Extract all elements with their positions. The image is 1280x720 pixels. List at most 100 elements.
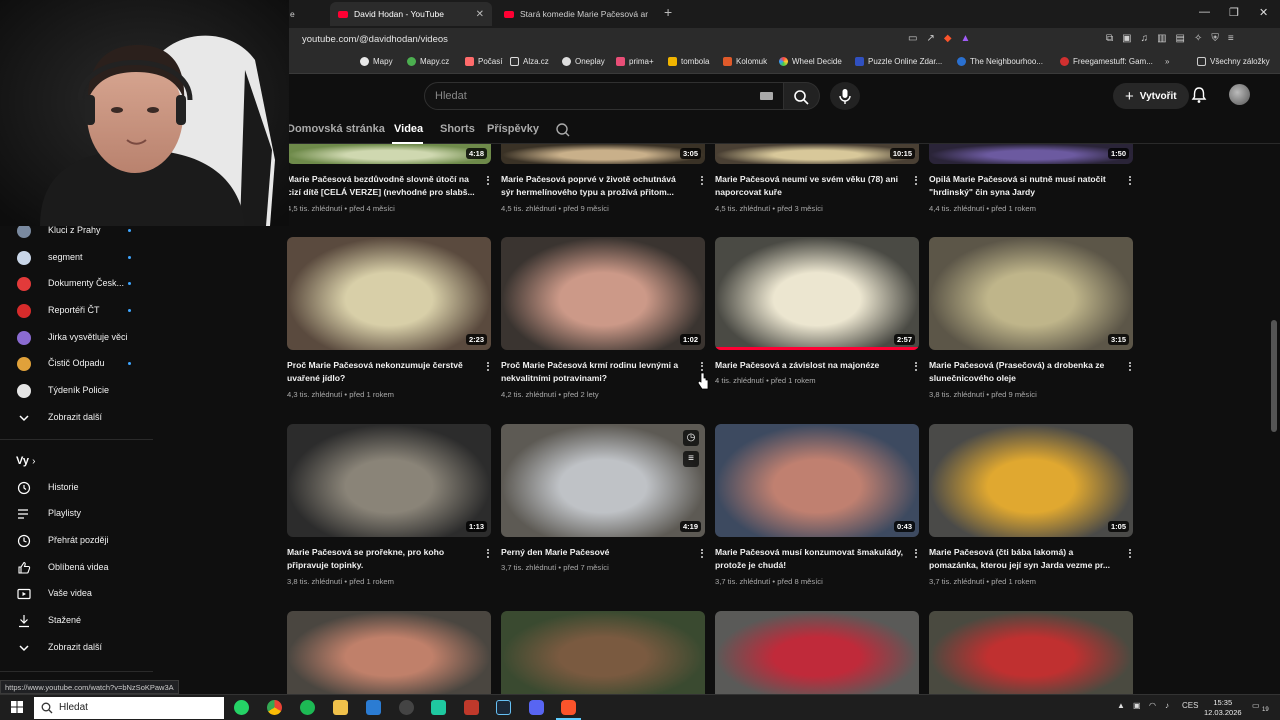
video-thumbnail[interactable] — [929, 611, 1133, 694]
video-menu-icon[interactable] — [913, 547, 919, 561]
discord-icon[interactable] — [529, 700, 544, 715]
network-icon[interactable]: ▣ — [1133, 701, 1141, 710]
bookmark-item[interactable]: Mapy — [360, 57, 393, 66]
page-scrollbar[interactable] — [1270, 144, 1278, 680]
vpn-icon[interactable]: ⛨ — [1211, 33, 1219, 44]
bookmark-item[interactable]: Kolomuk — [723, 57, 767, 66]
taskbar-search[interactable]: Hledat — [34, 697, 224, 719]
file-explorer-icon[interactable] — [333, 700, 348, 715]
sidebar-you-heading[interactable]: Vy › — [16, 455, 35, 467]
bookmark-item[interactable]: Puzzle Online Zdar... — [855, 57, 942, 66]
close-window-icon[interactable]: ✕ — [1259, 6, 1268, 19]
brave-browser-icon[interactable] — [561, 700, 576, 715]
video-title[interactable]: Marie Pačesová (Prasečová) a drobenka ze… — [929, 359, 1119, 385]
extensions-icon[interactable]: ⧉ — [1106, 33, 1113, 44]
brave-shield-icon[interactable]: ◆ — [944, 33, 952, 44]
video-title[interactable]: Marie Pačesová (čti bába lakomá) a pomaz… — [929, 546, 1119, 572]
video-thumbnail[interactable]: 1:13 — [287, 424, 491, 537]
video-title[interactable]: Marie Pačesová musí konzumovat šmakulády… — [715, 546, 905, 572]
restore-icon[interactable]: ❐ — [1229, 6, 1239, 19]
video-title[interactable]: Marie Pačesová poprvé v životě ochutnává… — [501, 173, 691, 199]
voice-search-button[interactable] — [830, 82, 860, 110]
video-thumbnail[interactable]: 0:43 — [715, 424, 919, 537]
search-button[interactable] — [784, 82, 820, 110]
video-thumbnail[interactable]: 4:19 ◷ ≡ — [501, 424, 705, 537]
video-menu-icon[interactable] — [1127, 360, 1133, 374]
sidebar-sub-reporteri-ct[interactable]: Reportéři ČT — [0, 298, 153, 324]
sidebar-sub-dokumenty[interactable]: Dokumenty Česk... — [0, 271, 153, 297]
close-tab-icon[interactable]: ✕ — [476, 9, 484, 20]
bookmark-item[interactable]: Oneplay — [562, 57, 605, 66]
video-title[interactable]: Perný den Marie Pačesové — [501, 546, 691, 559]
video-menu-icon[interactable] — [699, 174, 705, 188]
sidebar-item-your-videos[interactable]: Vaše videa — [0, 581, 153, 607]
add-to-queue-icon[interactable]: ≡ — [683, 451, 699, 467]
bookmarks-overflow-icon[interactable]: » — [1165, 57, 1169, 66]
scrollbar-thumb[interactable] — [1271, 320, 1277, 432]
video-thumbnail[interactable]: 1:50 — [929, 144, 1133, 164]
tab-second[interactable]: Stará komedie Marie Pačesová aneb — [496, 2, 656, 26]
video-thumbnail[interactable] — [287, 611, 491, 694]
sidebar-item-playlists[interactable]: Playlisty — [0, 501, 153, 527]
tab-home[interactable]: Domovská stránka — [287, 123, 385, 135]
screenshot-icon[interactable]: ▣ — [1122, 33, 1131, 44]
bookmark-item[interactable]: tombola — [668, 57, 709, 66]
wifi-icon[interactable]: ◠ — [1149, 701, 1156, 710]
sidebar-sub-jirka[interactable]: Jirka vysvětluje věci — [0, 325, 153, 351]
video-menu-icon[interactable] — [1127, 174, 1133, 188]
watch-later-icon[interactable]: ◷ — [683, 430, 699, 446]
editor-icon[interactable] — [366, 700, 381, 715]
notifications-icon[interactable]: ▭ — [1252, 701, 1260, 710]
video-thumbnail[interactable]: 2:23 — [287, 237, 491, 350]
sidebar-show-more-you[interactable]: Zobrazit další — [0, 635, 153, 661]
obs-icon[interactable] — [399, 700, 414, 715]
minimize-icon[interactable]: — — [1199, 6, 1210, 18]
chrome-icon[interactable] — [267, 700, 282, 715]
video-thumbnail[interactable] — [715, 611, 919, 694]
sidebar-item-history[interactable]: Historie — [0, 475, 153, 501]
video-menu-icon[interactable] — [913, 360, 919, 374]
video-thumbnail[interactable]: 3:15 — [929, 237, 1133, 350]
sidebar-show-more[interactable]: Zobrazit další — [0, 405, 153, 431]
video-menu-icon[interactable] — [913, 174, 919, 188]
all-bookmarks[interactable]: Všechny záložky — [1197, 57, 1270, 66]
cast-icon[interactable]: ▭ — [908, 33, 917, 44]
bookmark-item[interactable]: Počasí — [465, 57, 502, 66]
video-title[interactable]: Proč Marie Pačesová nekonzumuje čerstvě … — [287, 359, 477, 385]
menu-icon[interactable]: ≡ — [1228, 33, 1234, 44]
sidebar-item-watch-later[interactable]: Přehrát později — [0, 528, 153, 554]
wallet-icon[interactable]: ▤ — [1176, 33, 1185, 44]
video-title[interactable]: Proč Marie Pačesová krmí rodinu levnými … — [501, 359, 691, 385]
bookmark-item[interactable]: Mapy.cz — [407, 57, 449, 66]
video-thumbnail[interactable]: 4:18 — [287, 144, 491, 164]
bookmark-item[interactable]: Alza.cz — [510, 57, 549, 66]
brave-rewards-icon[interactable]: ▲ — [961, 33, 971, 44]
video-title[interactable]: Opilá Marie Pačesová si nutně musí natoč… — [929, 173, 1119, 199]
system-clock[interactable]: 15:35 12.03.2026 — [1204, 698, 1242, 718]
video-menu-icon[interactable] — [699, 547, 705, 561]
bookmark-item[interactable]: prima+ — [616, 57, 654, 66]
leo-icon[interactable]: ✧ — [1194, 33, 1202, 44]
video-title[interactable]: Marie Pačesová a závislost na majonéze — [715, 359, 905, 372]
video-thumbnail[interactable] — [501, 611, 705, 694]
media-icon[interactable]: ♫ — [1141, 33, 1149, 44]
video-title[interactable]: Marie Pačesová neumí ve svém věku (78) a… — [715, 173, 905, 199]
channel-search-icon[interactable] — [555, 122, 571, 138]
windows-start-icon[interactable] — [11, 701, 23, 713]
video-thumbnail[interactable]: 3:05 — [501, 144, 705, 164]
create-button[interactable]: + Vytvořit — [1113, 83, 1189, 109]
tab-youtube-active[interactable]: David Hodan - YouTube ✕ — [330, 2, 492, 26]
video-menu-icon[interactable] — [1127, 547, 1133, 561]
video-thumbnail[interactable]: 1:02 — [501, 237, 705, 350]
tab-posts[interactable]: Příspěvky — [487, 123, 539, 135]
bookmark-item[interactable]: Wheel Decide — [779, 57, 842, 66]
new-tab-button[interactable]: + — [664, 4, 672, 20]
account-avatar[interactable] — [1229, 84, 1250, 105]
sidebar-sub-cistic-odpadu[interactable]: Čistič Odpadu — [0, 351, 153, 377]
video-menu-icon[interactable] — [485, 174, 491, 188]
sidebar-item-liked[interactable]: Oblíbená videa — [0, 555, 153, 581]
video-title[interactable]: Marie Pačesová se prořekne, pro koho při… — [287, 546, 477, 572]
volume-icon[interactable]: ♪ — [1165, 701, 1169, 710]
video-thumbnail[interactable]: 10:15 — [715, 144, 919, 164]
video-thumbnail[interactable]: 1:05 — [929, 424, 1133, 537]
